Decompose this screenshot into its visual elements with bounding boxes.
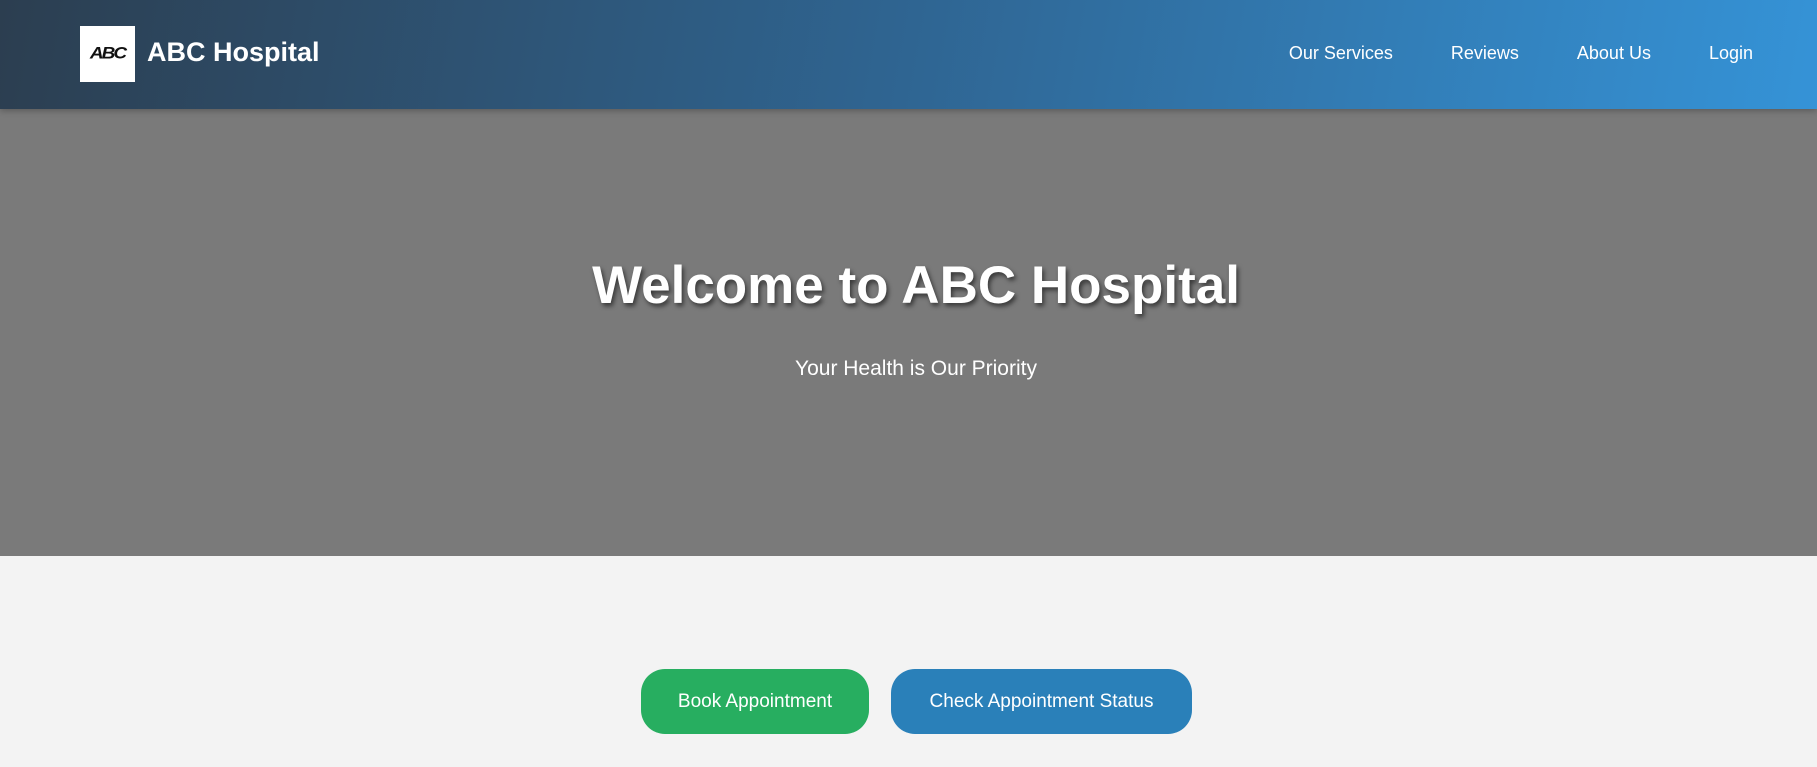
- logo-text: ABC: [89, 44, 127, 63]
- nav-reviews[interactable]: Reviews: [1451, 43, 1519, 64]
- brand-name[interactable]: ABC Hospital: [147, 37, 320, 68]
- nav-our-services[interactable]: Our Services: [1289, 43, 1393, 64]
- hero-title: Welcome to ABC Hospital: [592, 256, 1240, 315]
- main-nav: Our Services Reviews About Us Login: [1289, 43, 1753, 64]
- book-appointment-button[interactable]: Book Appointment: [641, 669, 869, 734]
- hero-banner: Welcome to ABC Hospital Your Health is O…: [0, 109, 1817, 556]
- hospital-logo[interactable]: ABC: [80, 26, 135, 82]
- action-buttons: Book Appointment Check Appointment Statu…: [641, 669, 1192, 734]
- nav-about-us[interactable]: About Us: [1577, 43, 1651, 64]
- nav-login[interactable]: Login: [1709, 43, 1753, 64]
- check-appointment-status-button[interactable]: Check Appointment Status: [891, 669, 1192, 734]
- hero-subtitle: Your Health is Our Priority: [795, 357, 1037, 380]
- site-header: ABC ABC Hospital Our Services Reviews Ab…: [0, 0, 1817, 109]
